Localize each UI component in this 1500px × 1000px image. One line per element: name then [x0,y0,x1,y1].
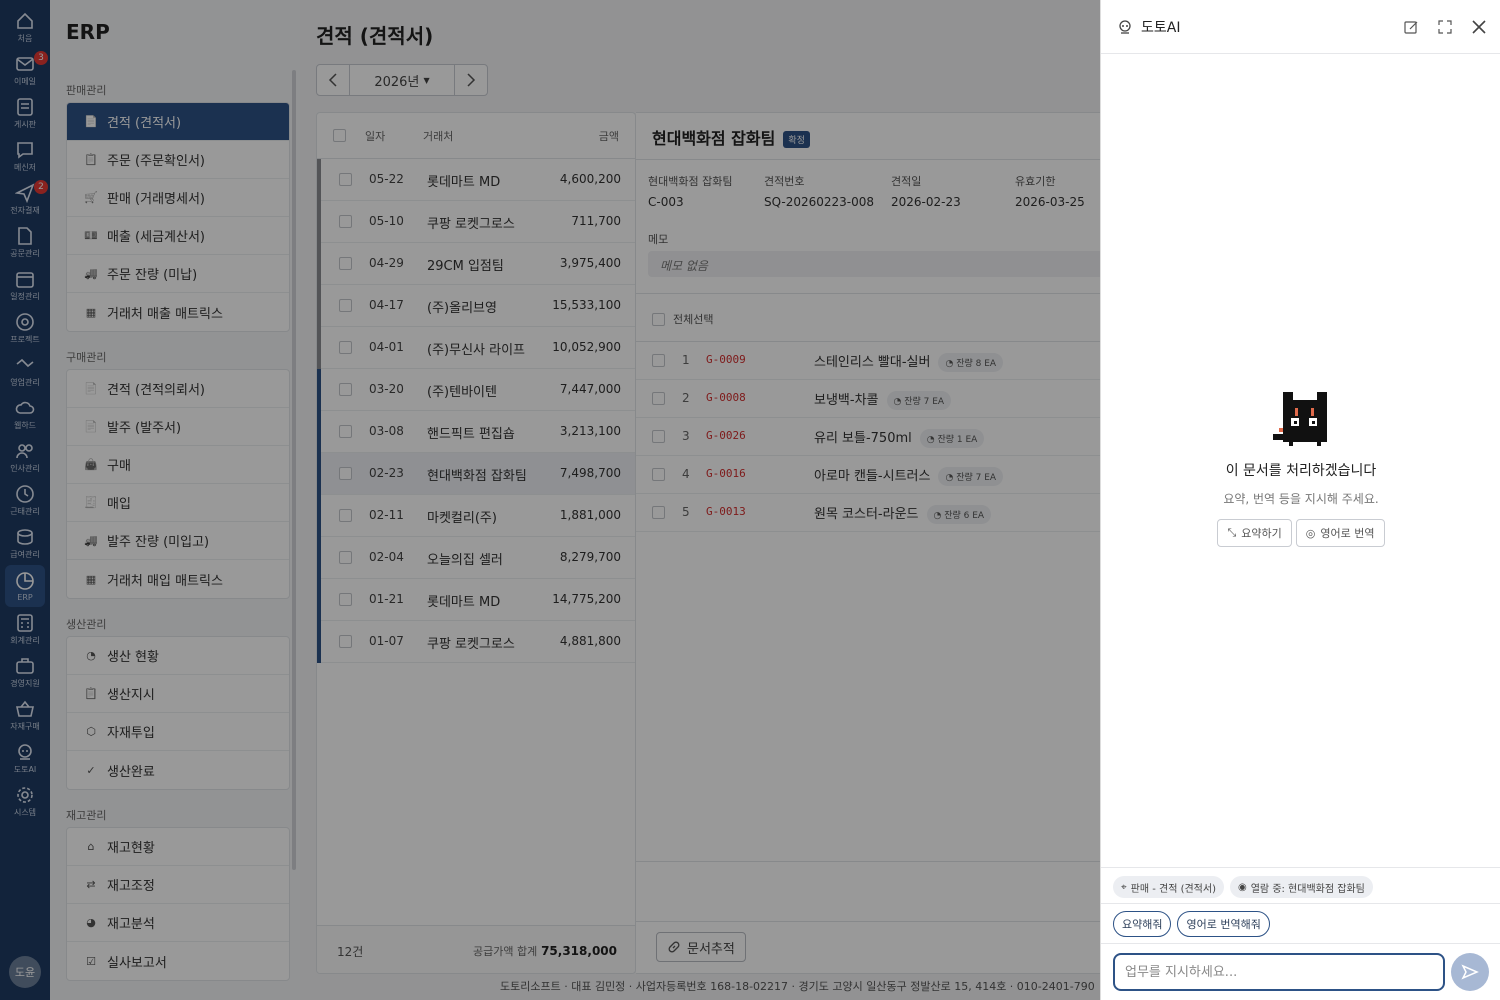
edit-icon [1404,21,1418,34]
ai-title-text: 도토AI [1141,20,1181,36]
new-chat-button[interactable] [1399,16,1423,38]
close-button[interactable] [1467,16,1491,38]
eye-icon: ◉ [1238,881,1247,893]
ai-empty-subtitle: 요약, 번역 등을 지시해 주세요. [1223,492,1379,506]
ai-title: 도토AI [1117,17,1180,37]
send-button[interactable] [1451,953,1489,991]
summarize-label: 요약하기 [1241,527,1282,540]
ai-context-bar: ⌖ 판매 - 견적 (견적서) ◉ 열람 중: 현대백화점 잡화팀 [1101,867,1500,903]
robot-icon [1119,20,1131,34]
ai-empty-title: 이 문서를 처리하겠습니다 [1225,463,1377,479]
translate-english-button[interactable]: ◎ 영어로 번역 [1295,519,1385,547]
expand-button[interactable] [1433,16,1457,38]
context-viewing-chip[interactable]: ◉ 열람 중: 현대백화점 잡화팀 [1230,876,1373,898]
send-icon [1461,964,1479,980]
modal-backdrop[interactable] [0,0,1100,1000]
globe-icon: ◎ [1305,526,1316,540]
context-location-label: 판매 - 견적 (견적서) [1130,883,1216,895]
close-icon [1472,20,1486,34]
context-viewing-label: 열람 중: 현대백화점 잡화팀 [1250,883,1365,895]
location-pin-icon: ⌖ [1121,881,1127,893]
ai-prompt-input[interactable] [1113,953,1445,991]
translate-label: 영어로 번역 [1320,527,1375,540]
compress-icon: ⤡ [1227,526,1237,539]
suggestion-summarize[interactable]: 요약해줘 [1113,911,1172,937]
ai-empty-state: 이 문서를 처리하겠습니다 요약, 번역 등을 지시해 주세요. ⤡ 요약하기 ◎… [1101,390,1500,547]
ai-assistant-panel: 도토AI 이 문서를 처리하겠습니다 요약, 번역 등을 지시해 주세요. ⤡ … [1100,0,1500,1000]
cat-mascot-icon [1273,392,1327,446]
ai-input-area [1101,943,1500,1000]
ai-suggestions: 요약해줘 영어로 번역해줘 [1101,903,1500,943]
context-location-chip[interactable]: ⌖ 판매 - 견적 (견적서) [1113,876,1224,898]
summarize-button[interactable]: ⤡ 요약하기 [1217,519,1292,547]
expand-icon [1438,20,1452,34]
ai-header: 도토AI [1101,0,1500,54]
suggestion-translate[interactable]: 영어로 번역해줘 [1177,911,1270,937]
